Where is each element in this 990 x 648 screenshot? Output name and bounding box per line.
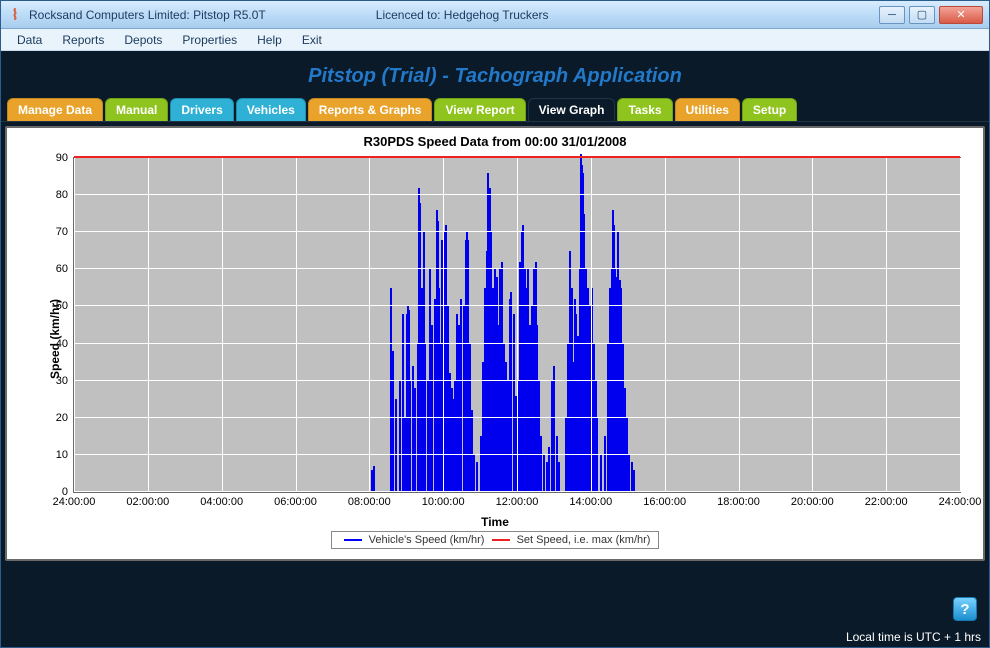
y-tick: 40: [56, 338, 68, 350]
maximize-button[interactable]: ▢: [909, 6, 935, 24]
y-tick: 70: [56, 226, 68, 238]
x-tick: 12:00:00: [496, 496, 539, 508]
app-window: Rocksand Computers Limited: Pitstop R5.0…: [0, 0, 990, 648]
menu-depots[interactable]: Depots: [114, 31, 172, 49]
x-tick: 02:00:00: [126, 496, 169, 508]
tab-drivers[interactable]: Drivers: [170, 98, 233, 121]
legend-label-speed: Vehicle's Speed (km/hr): [369, 534, 485, 546]
x-tick: 24:00:00: [53, 496, 96, 508]
menu-bar: Data Reports Depots Properties Help Exit: [1, 29, 989, 51]
chart-title: R30PDS Speed Data from 00:00 31/01/2008: [17, 134, 973, 149]
y-tick: 30: [56, 375, 68, 387]
menu-help[interactable]: Help: [247, 31, 292, 49]
tab-view-report[interactable]: View Report: [434, 98, 525, 121]
x-tick: 04:00:00: [200, 496, 243, 508]
title-bar: Rocksand Computers Limited: Pitstop R5.0…: [1, 1, 989, 29]
x-tick: 20:00:00: [791, 496, 834, 508]
menu-exit[interactable]: Exit: [292, 31, 332, 49]
x-tick: 22:00:00: [865, 496, 908, 508]
tab-utilities[interactable]: Utilities: [675, 98, 740, 121]
legend-label-set: Set Speed, i.e. max (km/hr): [517, 534, 651, 546]
chart-wrap: Speed (km/hr) 010203040506070809024:00:0…: [17, 153, 973, 525]
status-text: Local time is UTC + 1 hrs: [846, 630, 981, 644]
set-speed-line: [74, 156, 960, 158]
x-tick: 24:00:00: [939, 496, 982, 508]
close-button[interactable]: ✕: [939, 6, 983, 24]
menu-data[interactable]: Data: [7, 31, 52, 49]
x-tick: 10:00:00: [422, 496, 465, 508]
window-controls: ─ ▢ ✕: [879, 6, 983, 24]
menu-reports[interactable]: Reports: [52, 31, 114, 49]
x-axis-label: Time: [481, 515, 509, 529]
tab-manage-data[interactable]: Manage Data: [7, 98, 103, 121]
x-tick: 16:00:00: [643, 496, 686, 508]
licence-text: Licenced to: Hedgehog Truckers: [376, 8, 549, 22]
plot-area: 010203040506070809024:00:0002:00:0004:00…: [73, 157, 961, 493]
y-tick: 90: [56, 152, 68, 164]
legend: Vehicle's Speed (km/hr) Set Speed, i.e. …: [17, 531, 973, 549]
x-tick: 08:00:00: [348, 496, 391, 508]
legend-swatch-set: [492, 539, 510, 541]
tab-tasks[interactable]: Tasks: [617, 98, 672, 121]
java-icon: [7, 7, 23, 23]
chart-frame: R30PDS Speed Data from 00:00 31/01/2008 …: [5, 126, 985, 561]
app-title: Pitstop (Trial) - Tachograph Application: [1, 51, 989, 98]
minimize-button[interactable]: ─: [879, 6, 905, 24]
help-row: ?: [5, 561, 985, 625]
x-tick: 06:00:00: [274, 496, 317, 508]
tab-vehicles[interactable]: Vehicles: [236, 98, 306, 121]
x-tick: 14:00:00: [569, 496, 612, 508]
tab-reports-graphs[interactable]: Reports & Graphs: [308, 98, 433, 121]
menu-properties[interactable]: Properties: [172, 31, 247, 49]
app-body: Pitstop (Trial) - Tachograph Application…: [1, 51, 989, 647]
legend-swatch-speed: [344, 539, 362, 541]
y-tick: 60: [56, 263, 68, 275]
tab-content: R30PDS Speed Data from 00:00 31/01/2008 …: [1, 121, 989, 627]
x-tick: 18:00:00: [717, 496, 760, 508]
y-tick: 10: [56, 449, 68, 461]
tab-manual[interactable]: Manual: [105, 98, 168, 121]
y-tick: 50: [56, 300, 68, 312]
y-tick: 80: [56, 189, 68, 201]
status-bar: Local time is UTC + 1 hrs: [1, 627, 989, 647]
help-button[interactable]: ?: [953, 597, 977, 621]
tab-view-graph[interactable]: View Graph: [528, 98, 616, 121]
tab-setup[interactable]: Setup: [742, 98, 797, 121]
window-title: Rocksand Computers Limited: Pitstop R5.0…: [29, 8, 266, 22]
tab-bar: Manage Data Manual Drivers Vehicles Repo…: [1, 98, 989, 121]
y-tick: 20: [56, 412, 68, 424]
